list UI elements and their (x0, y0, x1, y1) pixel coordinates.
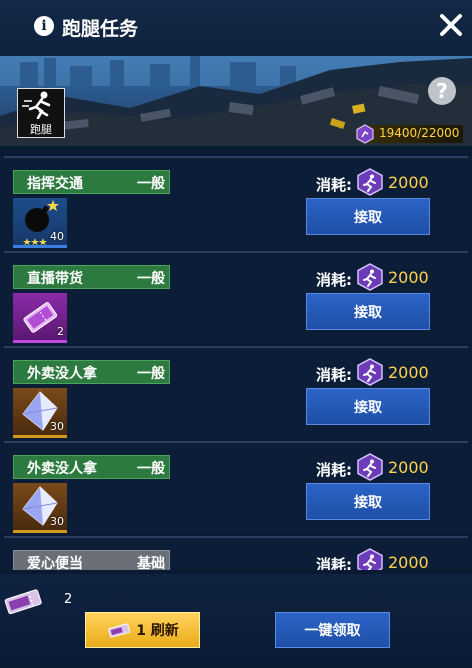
refresh-ticket-icon (4, 589, 42, 614)
row-divider (4, 441, 468, 443)
reward-item[interactable]: 30 (13, 388, 67, 438)
reward-quantity: 30 (50, 420, 64, 433)
reward-item[interactable]: 2 (13, 293, 67, 343)
task-row: 指挥交通 一般 40 消耗: 2000 接取 (0, 156, 472, 249)
task-name: 外卖没人拿 (27, 366, 97, 382)
accept-button[interactable]: 接取 (306, 483, 430, 520)
refresh-button[interactable]: 1 刷新 (85, 612, 200, 648)
refresh-ticket-icon (108, 623, 131, 638)
task-tag: 外卖没人拿 一般 (13, 360, 170, 384)
info-icon[interactable]: i (34, 16, 54, 36)
task-row: 爱心便当 基础 消耗: 2000 (0, 536, 472, 570)
help-icon[interactable]: ? (428, 77, 456, 105)
stamina-gem-icon (357, 263, 383, 291)
task-tag: 直播带货 一般 (13, 265, 170, 289)
task-grade: 一般 (137, 176, 165, 192)
stamina-counter: 19400/22000 (355, 124, 463, 144)
cost-label: 消耗: (316, 176, 352, 194)
accept-button[interactable]: 接取 (306, 388, 430, 425)
cost-label: 消耗: (316, 461, 352, 479)
stamina-gem-icon (357, 548, 383, 570)
reward-quantity: 2 (57, 325, 64, 338)
task-tag: 爱心便当 基础 (13, 550, 170, 570)
claim-all-button[interactable]: 一键领取 (275, 612, 390, 648)
window-title: 跑腿任务 (62, 18, 139, 40)
task-grade: 一般 (137, 461, 165, 477)
task-grade: 一般 (137, 366, 165, 382)
task-row: 直播带货 一般 2 消耗: 2000 接取 (0, 251, 472, 344)
task-tag: 外卖没人拿 一般 (13, 455, 170, 479)
cost-label: 消耗: (316, 271, 352, 289)
cost-label: 消耗: (316, 366, 352, 384)
footer-bar: 2 1 刷新 一键领取 (0, 574, 472, 668)
stamina-gem-icon (357, 168, 383, 196)
reward-item[interactable]: 40 (13, 198, 67, 248)
task-grade: 一般 (137, 271, 165, 287)
task-tag: 指挥交通 一般 (13, 170, 170, 194)
runner-badge: 跑腿 (17, 88, 65, 138)
refresh-label: 1 刷新 (136, 623, 179, 639)
task-row: 外卖没人拿 一般 30 消耗: 2000 接取 (0, 441, 472, 534)
stamina-gem-icon (357, 453, 383, 481)
close-icon[interactable] (436, 10, 466, 40)
task-row: 外卖没人拿 一般 30 消耗: 2000 接取 (0, 346, 472, 439)
row-divider (4, 251, 468, 253)
cost-value: 2000 (388, 553, 429, 570)
cost-value: 2000 (388, 458, 429, 477)
cost-value: 2000 (388, 268, 429, 287)
stamina-gem-icon (357, 358, 383, 386)
stamina-value: 19400/22000 (379, 126, 460, 140)
stamina-gem-icon (356, 124, 374, 144)
task-grade: 基础 (137, 556, 165, 570)
accept-button[interactable]: 接取 (306, 293, 430, 330)
accept-button[interactable]: 接取 (306, 198, 430, 235)
task-name: 爱心便当 (27, 556, 83, 570)
cost-value: 2000 (388, 363, 429, 382)
row-divider (4, 536, 468, 538)
runner-badge-label: 跑腿 (30, 123, 52, 136)
runner-icon (22, 91, 51, 120)
task-name: 直播带货 (27, 271, 83, 287)
task-list[interactable]: 指挥交通 一般 40 消耗: 2000 接取 直播带货 一般 2 消耗: 200… (0, 150, 472, 570)
cost-value: 2000 (388, 173, 429, 192)
reward-item[interactable]: 30 (13, 483, 67, 533)
task-name: 外卖没人拿 (27, 461, 97, 477)
reward-quantity: 40 (50, 230, 64, 243)
reward-quantity: 30 (50, 515, 64, 528)
title-bar: i 跑腿任务 (0, 0, 472, 56)
row-divider (4, 346, 468, 348)
row-divider (4, 156, 468, 158)
task-name: 指挥交通 (27, 176, 83, 192)
ticket-count: 2 (64, 592, 73, 607)
cost-label: 消耗: (316, 556, 352, 570)
